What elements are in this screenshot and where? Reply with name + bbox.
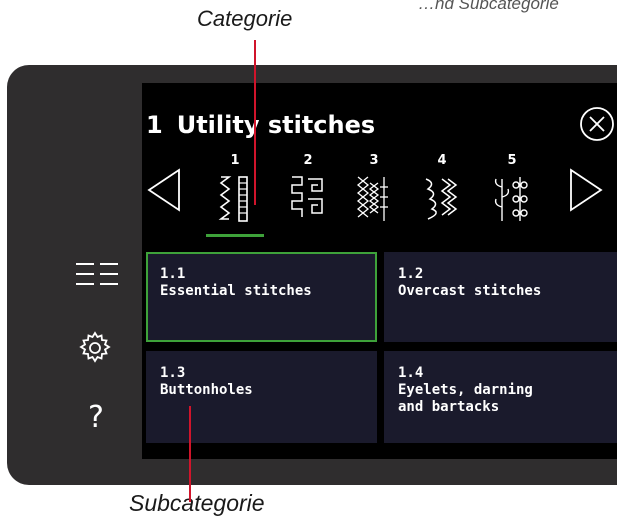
subcategory-tile-1-4[interactable]: 1.4 Eyelets, darning and bartacks bbox=[384, 351, 617, 443]
menu-number: 1 bbox=[146, 111, 163, 139]
subcategory-label: Essential stitches bbox=[160, 283, 312, 299]
subcategory-leader-line bbox=[189, 406, 191, 502]
subcategory-label: Eyelets, darning and bartacks bbox=[398, 382, 533, 415]
subcategory-label: Buttonholes bbox=[160, 382, 253, 398]
straight-stitch-icon bbox=[218, 176, 248, 222]
category-4[interactable]: 4 bbox=[414, 153, 470, 233]
annotation-subcategory: Subcategorie bbox=[129, 490, 265, 516]
subcategory-tile-1-2[interactable]: 1.2 Overcast stitches bbox=[384, 252, 617, 342]
page-title: 1 Utility stitches bbox=[146, 111, 375, 139]
subcategory-label: Overcast stitches bbox=[398, 283, 542, 299]
annotation-category: Categorie bbox=[197, 6, 293, 31]
category-2[interactable]: 2 bbox=[280, 153, 336, 233]
menu-list-icon[interactable] bbox=[76, 262, 120, 286]
title-text: Utility stitches bbox=[176, 111, 376, 139]
question-mark-icon[interactable]: ? bbox=[88, 400, 104, 435]
gear-icon[interactable] bbox=[78, 331, 112, 365]
subcategory-number: 1.4 bbox=[398, 365, 424, 381]
overcast-stitch-icon bbox=[291, 176, 323, 217]
category-number: 3 bbox=[369, 153, 379, 168]
subcategory-tile-1-1[interactable]: 1.1 Essential stitches bbox=[146, 252, 377, 342]
category-number: 5 bbox=[507, 153, 517, 168]
category-3[interactable]: 3 bbox=[346, 153, 402, 233]
category-leader-line bbox=[254, 40, 256, 205]
category-number: 2 bbox=[303, 153, 313, 168]
annotation-cut-text: …nd Subcategorie bbox=[418, 0, 559, 13]
triangle-right-icon[interactable] bbox=[568, 168, 604, 212]
category-selected-indicator bbox=[206, 234, 264, 237]
buttonhole-stitch-icon bbox=[356, 176, 388, 221]
close-circle-icon[interactable] bbox=[573, 104, 617, 144]
subcategory-number: 1.3 bbox=[160, 365, 186, 381]
triangle-left-icon[interactable] bbox=[146, 168, 182, 212]
eyelet-stitch-icon bbox=[425, 178, 458, 220]
subcategory-tile-1-3[interactable]: 1.3 Buttonholes bbox=[146, 351, 377, 443]
category-5[interactable]: 5 bbox=[484, 153, 540, 233]
category-number: 4 bbox=[437, 153, 447, 168]
subcategory-number: 1.2 bbox=[398, 266, 424, 282]
decorative-stitch-icon bbox=[494, 177, 528, 221]
subcategory-number: 1.1 bbox=[160, 266, 186, 282]
